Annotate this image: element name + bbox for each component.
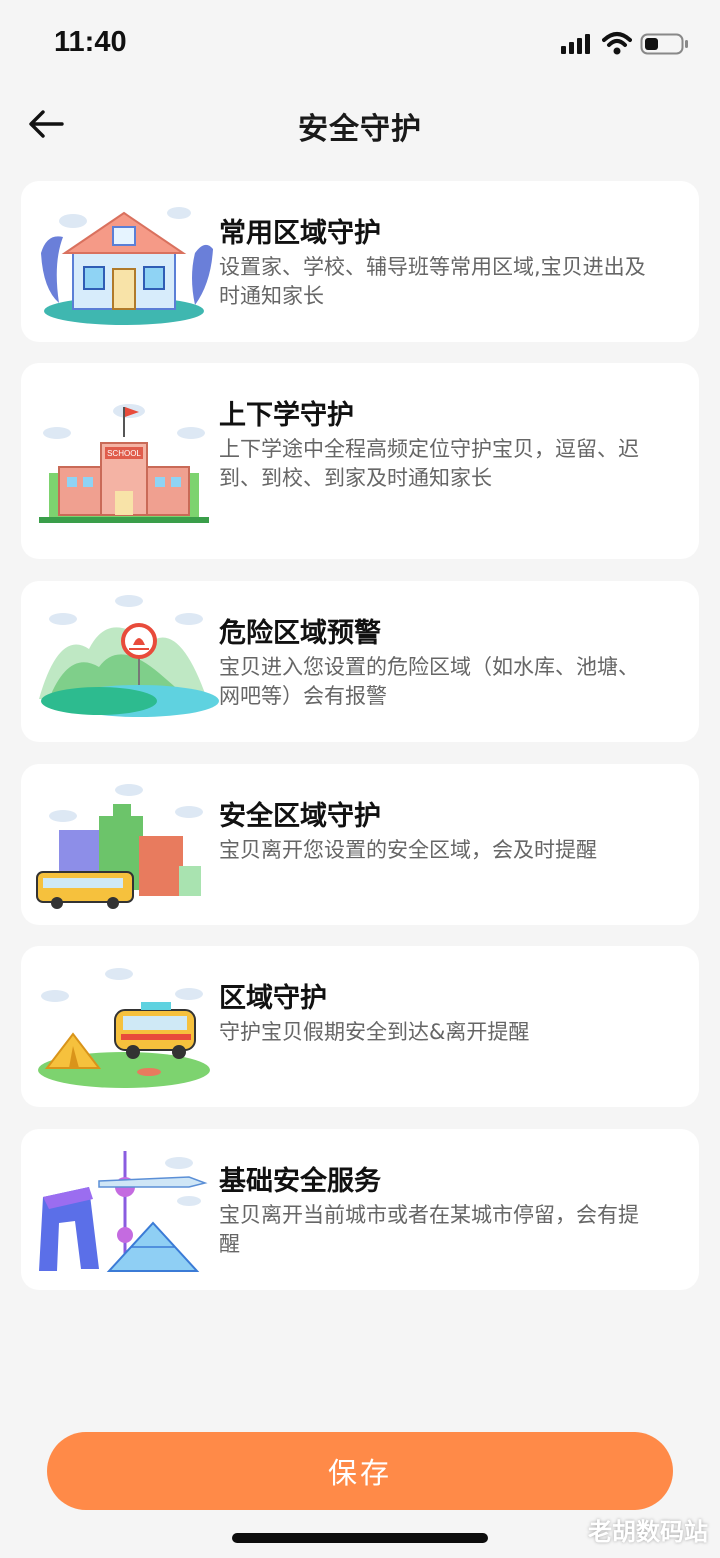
school-illustration: SCHOOL (39, 404, 209, 523)
card-danger-zone[interactable]: 危险区域预警 宝贝进入您设置的危险区域（如水库、池塘、网吧等）会有报警 (21, 581, 699, 742)
battery-icon (640, 33, 688, 55)
card-desc: 宝贝离开当前城市或者在某城市停留，会有提醒 (219, 1203, 639, 1256)
nav-bar: 安全守护 (0, 88, 720, 160)
card-title: 基础安全服务 (219, 1166, 381, 1197)
card-title: 区域守护 (219, 983, 327, 1014)
wifi-icon (602, 32, 632, 55)
card-common-area[interactable]: 常用区域守护 设置家、学校、辅导班等常用区域,宝贝进出及时通知家长 (21, 181, 699, 342)
status-bar: 11:40 (0, 0, 720, 88)
card-desc: 设置家、学校、辅导班等常用区域,宝贝进出及时通知家长 (219, 255, 646, 308)
card-desc: 守护宝贝假期安全到达&离开提醒 (219, 1020, 530, 1044)
card-safe-zone[interactable]: 安全区域守护 宝贝离开您设置的安全区域，会及时提醒 (21, 764, 699, 925)
card-desc: 宝贝离开您设置的安全区域，会及时提醒 (219, 838, 597, 862)
watermark: 老胡数码站 (588, 1518, 708, 1546)
signal-icon (561, 34, 590, 54)
card-area-guard[interactable]: 区域守护 守护宝贝假期安全到达&离开提醒 (21, 946, 699, 1107)
page-title: 安全守护 (298, 112, 422, 147)
status-time: 11:40 (54, 26, 127, 58)
card-desc: 宝贝进入您设置的危险区域（如水库、池塘、网吧等）会有报警 (219, 655, 639, 708)
card-title: 常用区域守护 (219, 218, 381, 249)
city-landmarks-illustration (39, 1151, 208, 1272)
card-title: 危险区域预警 (219, 618, 381, 649)
save-button[interactable]: 保存 (47, 1432, 673, 1510)
house-illustration (41, 207, 213, 325)
card-desc: 上下学途中全程高频定位守护宝贝，逗留、迟到、到校、到家及时通知家长 (219, 437, 639, 490)
card-basic-safety[interactable]: 基础安全服务 宝贝离开当前城市或者在某城市停留，会有提醒 (21, 1129, 699, 1290)
school-sign: SCHOOL (107, 449, 141, 458)
card-title: 上下学守护 (219, 400, 354, 431)
home-indicator (232, 1533, 488, 1543)
camping-van-illustration (38, 968, 210, 1088)
city-bus-illustration (36, 784, 203, 909)
card-title: 安全区域守护 (219, 801, 381, 832)
card-school-commute[interactable]: SCHOOL 上下学守护 上下学途中全程高频定位守护宝贝，逗留、迟到、到校、到家… (21, 363, 699, 559)
lake-warning-illustration (39, 595, 219, 717)
status-icons (560, 30, 690, 58)
